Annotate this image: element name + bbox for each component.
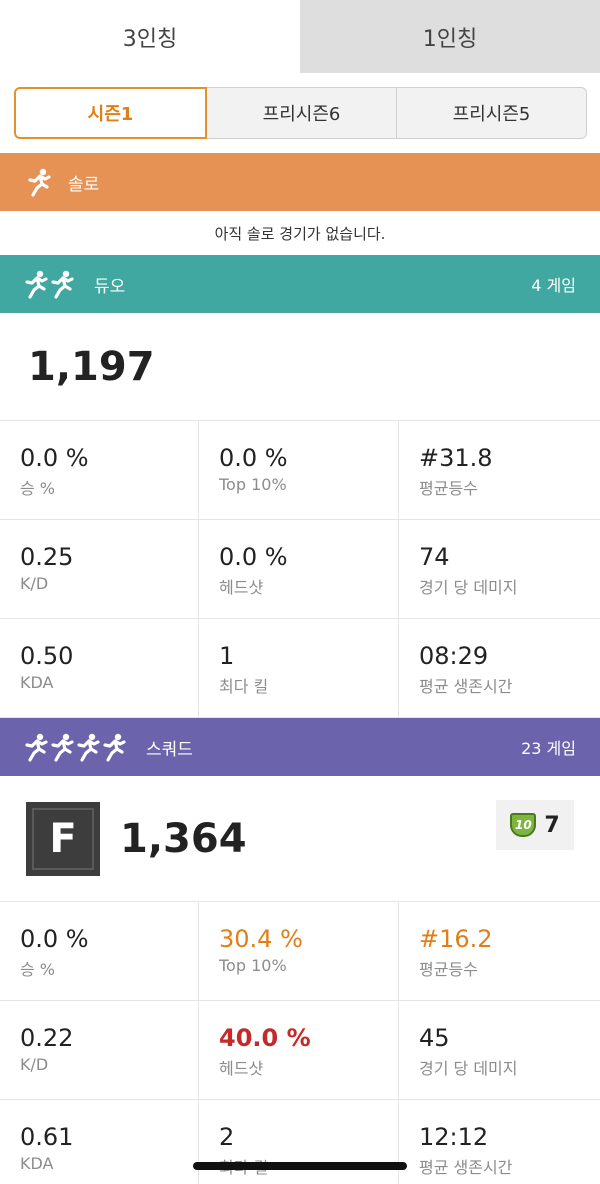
stat-label: 경기 당 데미지 (419, 578, 518, 597)
stat-label: 헤드샷 (219, 578, 264, 597)
squad-stat-kd: 0.22 K/D (0, 1001, 199, 1100)
squad-rating: 1,364 (120, 815, 247, 862)
duo-stat-headshot: 0.0 % 헤드샷 (199, 520, 399, 619)
duo-stat-damage: 74 경기 당 데미지 (399, 520, 600, 619)
stat-value: 0.0 % (20, 444, 89, 472)
runner-icon (24, 167, 54, 197)
solo-empty-message: 아직 솔로 경기가 없습니다. (214, 224, 386, 243)
squad-stats-grid: 0.0 % 승 % 30.4 % Top 10% #16.2 평균등수 0.22 K/D… (0, 902, 600, 1184)
stat-value: 0.61 (20, 1123, 74, 1151)
tab-third-person[interactable]: 3인칭 (0, 0, 300, 73)
solo-title: 솔로 (68, 174, 100, 195)
season-button-preseason5[interactable]: 프리시즌5 (396, 87, 587, 139)
duo-stat-win-rate: 0.0 % 승 % (0, 421, 199, 520)
duo-stat-avg-rank: #31.8 평균등수 (399, 421, 600, 520)
stat-label: 헤드샷 (219, 1059, 264, 1078)
season-button-1[interactable]: 시즌1 (14, 87, 207, 139)
stat-label: 승 % (20, 960, 56, 979)
duo-stats-grid: 0.0 % 승 % 0.0 % Top 10% #31.8 평균등수 0.25 K/D … (0, 421, 600, 718)
duo-rating-row: 1,197 (0, 313, 600, 421)
stat-label: Top 10% (219, 475, 287, 494)
stat-label: 평균 생존시간 (419, 1158, 513, 1177)
stat-value: 0.0 % (219, 444, 288, 472)
stat-label: 평균 생존시간 (419, 677, 513, 696)
stat-value: #31.8 (419, 444, 493, 472)
duo-stat-kda: 0.50 KDA (0, 619, 199, 718)
stat-value: #16.2 (419, 925, 493, 953)
stat-label: 평균등수 (419, 479, 478, 498)
stat-label: KDA (20, 673, 54, 692)
squad-stat-survival: 12:12 평균 생존시간 (399, 1100, 600, 1184)
squad-stat-top10: 30.4 % Top 10% (199, 902, 399, 1001)
stat-label: 최다 킬 (219, 677, 269, 696)
squad-stat-headshot: 40.0 % 헤드샷 (199, 1001, 399, 1100)
stat-value: 2 (219, 1123, 235, 1151)
stat-value: 45 (419, 1024, 450, 1052)
squad-stat-kda: 0.61 KDA (0, 1100, 199, 1184)
duo-game-count: 4 게임 (531, 276, 576, 295)
stat-value: 08:29 (419, 642, 489, 670)
solo-header: 솔로 (0, 153, 600, 211)
squad-game-count: 23 게임 (521, 739, 576, 758)
tab-first-person[interactable]: 1인칭 (300, 0, 600, 73)
stat-label: 평균등수 (419, 960, 478, 979)
stat-value: 0.22 (20, 1024, 74, 1052)
duo-header: 듀오 4 게임 (0, 255, 600, 313)
stat-label: 승 % (20, 479, 56, 498)
home-indicator[interactable] (193, 1162, 407, 1170)
top10-shield-icon: 10 (510, 813, 537, 837)
top10-badge: 10 7 (496, 800, 574, 850)
tier-letter: F (49, 815, 77, 862)
duo-title: 듀오 (94, 276, 126, 297)
squad-stat-win-rate: 0.0 % 승 % (0, 902, 199, 1001)
squad-title: 스쿼드 (146, 739, 193, 760)
duo-stat-kd: 0.25 K/D (0, 520, 199, 619)
stat-label: 경기 당 데미지 (419, 1059, 518, 1078)
stat-value: 0.25 (20, 543, 74, 571)
squad-header: 스쿼드 23 게임 (0, 718, 600, 776)
squad-runners-icon (24, 732, 132, 762)
season-selector: 시즌1 프리시즌6 프리시즌5 (0, 73, 600, 153)
stat-label: K/D (20, 1055, 49, 1074)
stat-value: 0.0 % (219, 543, 288, 571)
stat-value: 0.0 % (20, 925, 89, 953)
duo-stat-top10: 0.0 % Top 10% (199, 421, 399, 520)
stat-value: 12:12 (419, 1123, 489, 1151)
stat-value: 30.4 % (219, 925, 303, 953)
top10-count: 7 (544, 812, 560, 838)
tier-emblem-icon: F (26, 801, 100, 876)
stat-value: 40.0 % (219, 1024, 311, 1052)
season-button-preseason6[interactable]: 프리시즌6 (206, 87, 397, 139)
squad-rating-row: F 1,364 10 7 (0, 776, 600, 902)
squad-stat-most-kills: 2최다 킬 (199, 1100, 399, 1184)
duo-stat-most-kills: 1 최다 킬 (199, 619, 399, 718)
squad-stat-damage: 45 경기 당 데미지 (399, 1001, 600, 1100)
stat-label: K/D (20, 574, 49, 593)
duo-rating: 1,197 (28, 343, 155, 390)
stat-value: 74 (419, 543, 450, 571)
duo-runners-icon (24, 269, 80, 299)
perspective-tabs: 3인칭 1인칭 (0, 0, 600, 73)
duo-stat-survival: 08:29 평균 생존시간 (399, 619, 600, 718)
stat-value: 1 (219, 642, 235, 670)
stat-label: KDA (20, 1154, 54, 1173)
stat-value: 0.50 (20, 642, 74, 670)
stat-label: Top 10% (219, 956, 287, 975)
squad-stat-avg-rank: #16.2 평균등수 (399, 902, 600, 1001)
